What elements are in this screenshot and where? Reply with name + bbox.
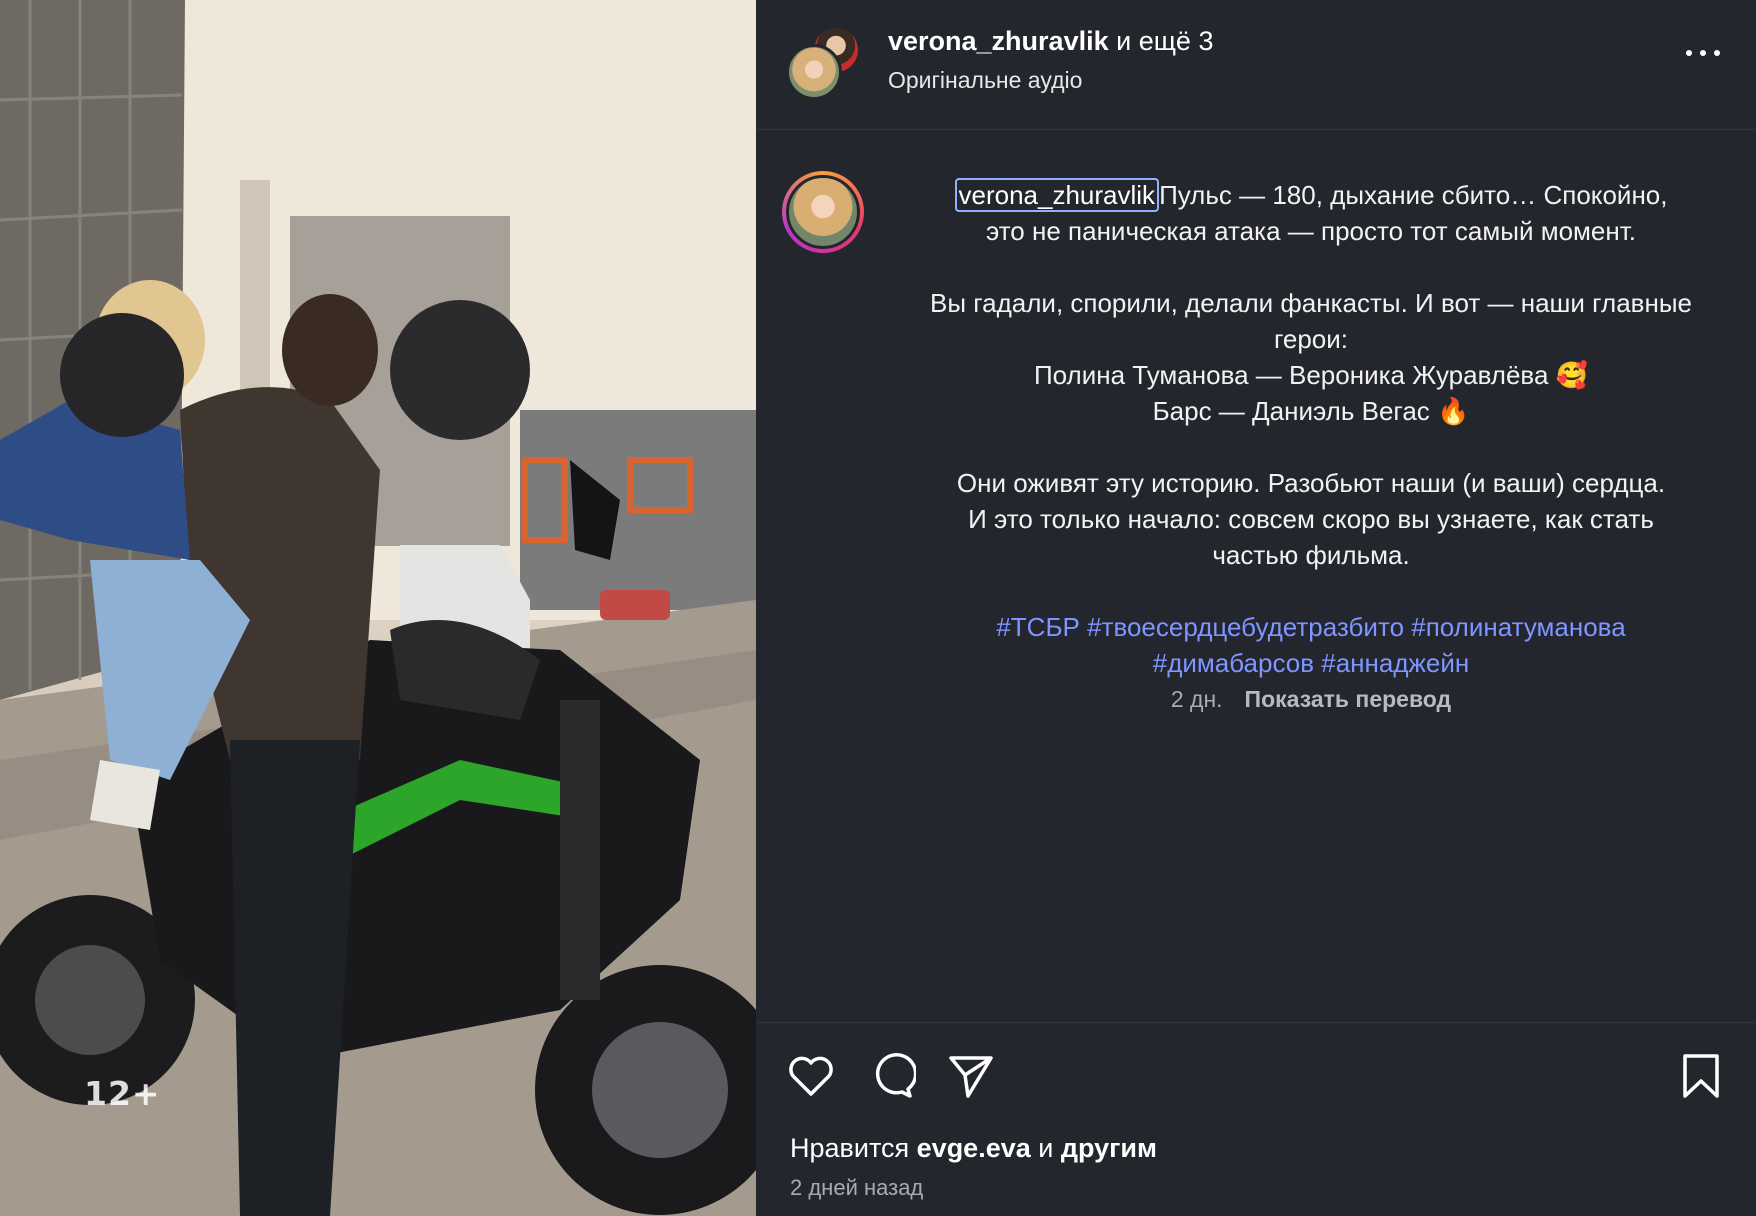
caption-text: это не паническая атака — просто тот сам… <box>986 216 1636 246</box>
caption-age: 2 дн. <box>1170 686 1223 712</box>
hashtag-line[interactable]: #ТСБР #твоесердцебудетразбито #полинатум… <box>886 609 1736 645</box>
more-icon[interactable] <box>1686 50 1720 60</box>
collab-avatars[interactable] <box>786 28 866 100</box>
caption-avatar[interactable] <box>782 171 864 253</box>
age-rating-badge: 12+ <box>84 1074 161 1113</box>
liker-username[interactable]: evge.eva <box>917 1133 1031 1163</box>
post-timestamp[interactable]: 2 дней назад <box>790 1175 923 1201</box>
post-details-panel: verona_zhuravlik и ещё 3 Оригінальне ауд… <box>756 0 1756 1216</box>
caption-meta: 2 дн. Показать перевод <box>886 681 1736 717</box>
header-authors[interactable]: verona_zhuravlik и ещё 3 <box>888 26 1213 57</box>
avatar <box>786 44 842 100</box>
caption-text: И это только начало: совсем скоро вы узн… <box>968 504 1654 534</box>
caption-text: Полина Туманова — Вероника Журавлёва 🥰 <box>1033 360 1589 390</box>
caption-text: Вы гадали, спорили, делали фанкасты. И в… <box>930 288 1692 318</box>
likes-joiner: и <box>1030 1133 1061 1163</box>
show-translation-button[interactable]: Показать перевод <box>1245 686 1452 712</box>
bookmark-icon[interactable] <box>1676 1051 1726 1101</box>
hashtag-line[interactable]: #димабарсов #аннаджейн <box>886 645 1736 681</box>
audio-link[interactable]: Оригінальне аудіо <box>888 67 1082 94</box>
caption-text: Они оживят эту историю. Разобьют наши (и… <box>956 468 1666 498</box>
author-username[interactable]: verona_zhuravlik <box>888 26 1109 56</box>
video-frame-illustration <box>0 0 756 1216</box>
share-icon[interactable] <box>946 1051 996 1101</box>
post-video[interactable]: 12+ <box>0 0 756 1216</box>
action-icons <box>786 1051 1726 1101</box>
likes-summary[interactable]: Нравится evge.eva и другим <box>790 1133 1157 1164</box>
likes-prefix: Нравится <box>790 1133 917 1163</box>
caption-section: verona_zhuravlik Пульс — 180, дыхание сби… <box>756 131 1756 1021</box>
comment-icon[interactable] <box>866 1051 916 1101</box>
post-actions: Нравится evge.eva и другим 2 дней назад <box>756 1022 1756 1216</box>
post-header: verona_zhuravlik и ещё 3 Оригінальне ауд… <box>756 0 1756 130</box>
likes-others[interactable]: другим <box>1061 1133 1157 1163</box>
post-caption: verona_zhuravlik Пульс — 180, дыхание сби… <box>886 177 1736 717</box>
caption-username[interactable]: verona_zhuravlik <box>954 178 1160 212</box>
caption-text: частью фильма. <box>1212 540 1410 570</box>
avatar <box>786 175 860 249</box>
coauthors-more[interactable]: и ещё 3 <box>1109 26 1213 56</box>
post-modal: 12+ verona_zhuravlik и ещё 3 Оригінальне… <box>0 0 1756 1216</box>
caption-text: Барс — Даниэль Вегас 🔥 <box>1152 396 1470 426</box>
caption-text: Пульс — 180, дыхание сбито… Спокойно, <box>1159 180 1668 210</box>
heart-icon[interactable] <box>786 1051 836 1101</box>
caption-text: герои: <box>1273 324 1349 354</box>
